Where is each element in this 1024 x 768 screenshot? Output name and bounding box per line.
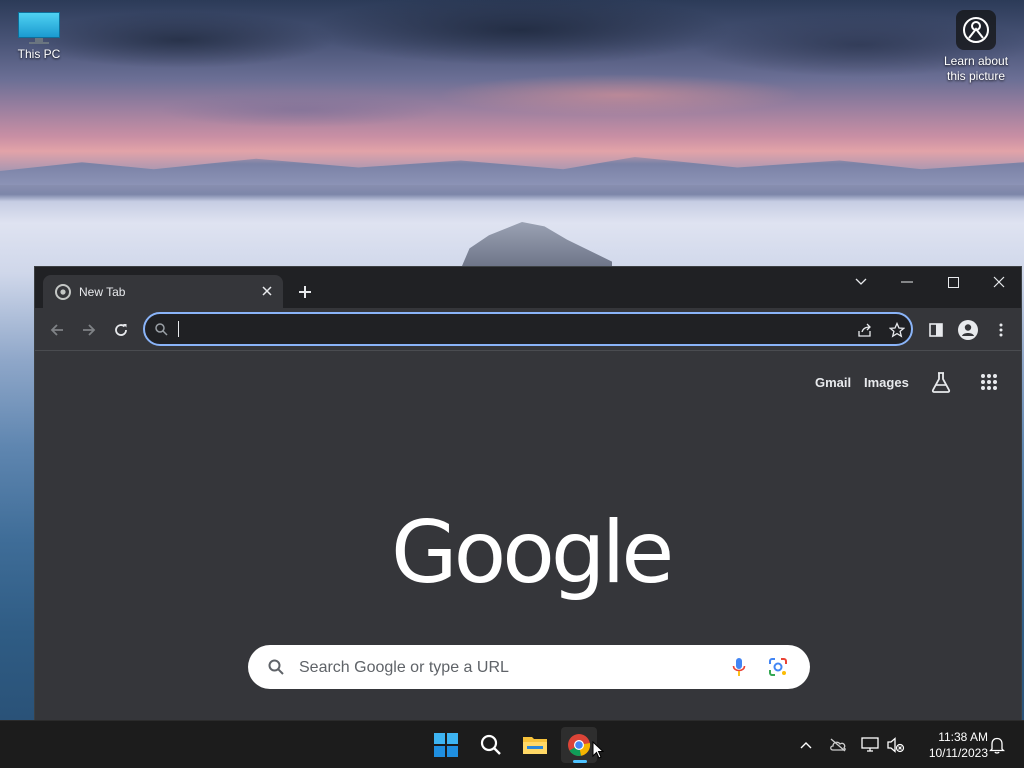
clock-date: 10/11/2023 [928,746,988,760]
camera-pin-icon [956,10,996,50]
volume-muted-icon[interactable] [886,735,906,755]
network-icon[interactable] [860,735,880,755]
file-explorer-button[interactable] [517,727,553,763]
mouse-cursor-icon [592,740,605,764]
taskbar-search-button[interactable] [473,727,509,763]
maximize-button[interactable] [930,267,976,297]
apps-grid-icon[interactable] [975,368,1003,396]
desktop-icon-label: this picture [946,69,1006,83]
forward-button[interactable] [75,316,103,344]
side-panel-icon[interactable] [922,316,950,344]
chrome-window: New Tab Gmail Images Google Search Googl… [34,266,1022,721]
images-link[interactable]: Images [864,375,909,390]
tab-close-icon[interactable] [258,282,276,300]
reload-button[interactable] [107,316,135,344]
text-caret [178,321,179,337]
search-placeholder: Search Google or type a URL [299,659,509,676]
google-lens-icon[interactable] [768,657,788,682]
desktop-icon-label: Learn about [943,54,1009,68]
title-bar[interactable]: New Tab [35,267,1021,308]
clock-time: 11:38 AM [938,730,988,744]
tab-new-tab[interactable]: New Tab [43,275,283,308]
file-explorer-icon [523,737,547,754]
address-bar[interactable] [143,312,913,346]
browser-toolbar [35,308,1021,351]
search-icon [155,323,168,341]
onedrive-icon[interactable] [828,735,848,755]
start-button[interactable] [428,727,464,763]
labs-flask-icon[interactable] [927,368,955,396]
voice-search-mic-icon[interactable] [732,657,746,682]
search-icon [268,659,284,680]
start-icon [434,733,458,757]
search-icon [480,734,501,755]
running-indicator [573,760,587,763]
notification-bell-icon[interactable] [987,735,1007,755]
tab-title: New Tab [79,285,126,299]
google-search-box[interactable]: Search Google or type a URL [248,645,810,689]
wallpaper-clouds [0,0,1024,170]
chrome-icon [568,734,591,756]
gmail-link[interactable]: Gmail [815,375,851,390]
show-hidden-icons-chevron-up-icon[interactable] [796,735,816,755]
back-button[interactable] [43,316,71,344]
wallpaper-shipwreck [462,222,612,266]
close-window-button[interactable] [976,267,1022,297]
monitor-icon [18,12,60,44]
profile-avatar-icon[interactable] [954,316,982,344]
more-menu-icon[interactable] [987,316,1015,344]
share-icon[interactable] [855,320,875,340]
new-tab-button[interactable] [293,280,317,304]
google-logo: Google [391,503,674,603]
taskbar-clock[interactable]: 11:38 AM 10/11/2023 [914,729,988,761]
desktop-icon-learn-about-picture[interactable]: Learn about this picture [938,10,1014,84]
chrome-favicon-icon [55,284,71,303]
new-tab-page: Gmail Images Google Search Google or typ… [35,351,1021,721]
desktop-icon-label: This PC [17,47,61,61]
tab-search-chevron-icon[interactable] [838,267,884,297]
address-input[interactable] [185,316,829,344]
minimize-button[interactable] [884,267,930,297]
bookmark-star-icon[interactable] [887,320,907,340]
taskbar: 11:38 AM 10/11/2023 [0,720,1024,768]
desktop-icon-this-pc[interactable]: This PC [8,8,70,61]
